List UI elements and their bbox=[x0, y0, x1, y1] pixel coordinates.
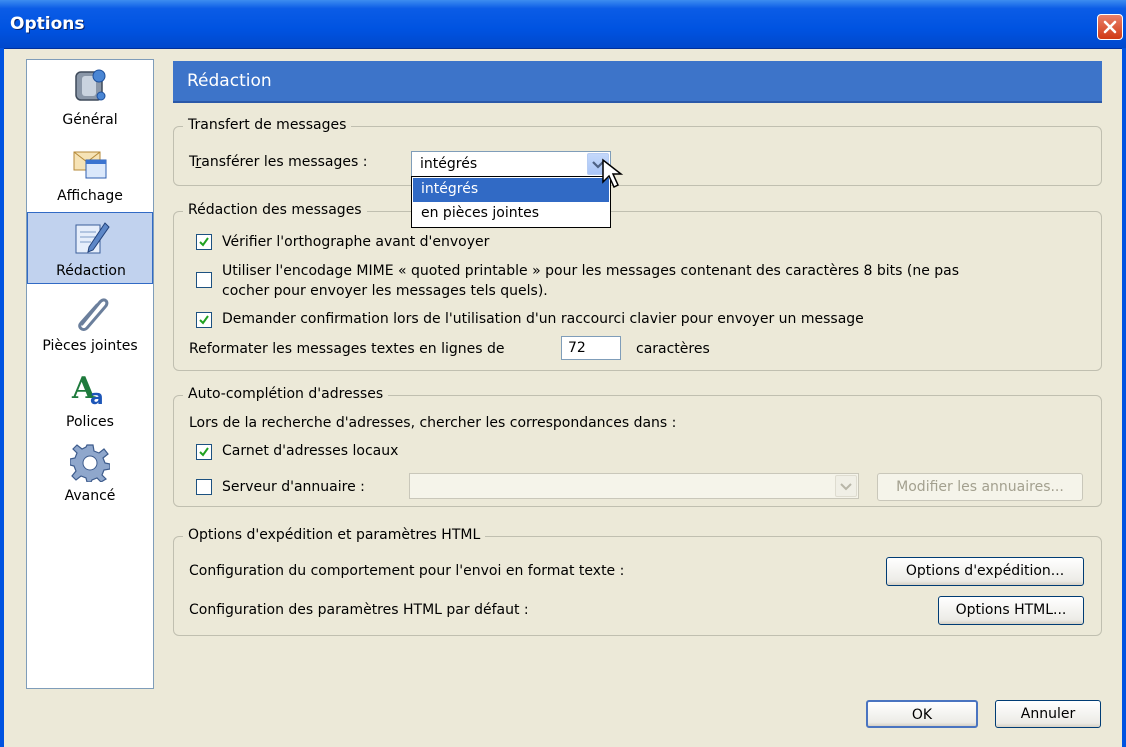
text-sending-label: Configuration du comportement pour l'env… bbox=[189, 563, 625, 579]
checkmark-icon bbox=[199, 237, 209, 247]
close-button[interactable] bbox=[1097, 14, 1123, 40]
directory-server-dropdown-button[interactable] bbox=[835, 475, 857, 497]
cancel-button[interactable]: Annuler bbox=[995, 700, 1101, 728]
sending-group-legend: Options d'expédition et paramètres HTML bbox=[183, 527, 486, 543]
sidebar-item-label: Pièces jointes bbox=[42, 338, 138, 354]
gear-icon bbox=[70, 444, 110, 482]
confirm-shortcut-checkbox[interactable] bbox=[196, 312, 212, 328]
html-options-button[interactable]: Options HTML... bbox=[938, 596, 1084, 625]
ok-button[interactable]: OK bbox=[866, 700, 978, 728]
sidebar-item-attachments[interactable]: Pièces jointes bbox=[27, 288, 153, 360]
section-header: Rédaction bbox=[173, 61, 1102, 103]
composition-icon bbox=[75, 222, 110, 254]
window-frame-right bbox=[1122, 48, 1126, 747]
close-icon bbox=[1103, 20, 1117, 34]
local-addressbook-checkbox[interactable] bbox=[196, 444, 212, 460]
paperclip-icon bbox=[78, 298, 109, 331]
svg-text:a: a bbox=[90, 385, 104, 408]
mime-checkbox[interactable] bbox=[196, 272, 212, 288]
sending-options-button[interactable]: Options d'expédition... bbox=[886, 557, 1084, 586]
forward-select-value: intégrés bbox=[420, 156, 478, 172]
wrap-width-value: 72 bbox=[568, 340, 586, 356]
html-defaults-label: Configuration des paramètres HTML par dé… bbox=[189, 602, 529, 618]
sidebar-item-composition[interactable]: Rédaction bbox=[27, 212, 153, 284]
fonts-icon: A a bbox=[71, 371, 104, 408]
mouse-cursor-icon bbox=[602, 158, 624, 189]
sidebar-item-general[interactable]: Général bbox=[27, 62, 153, 134]
autocomplete-desc: Lors de la recherche d'adresses, cherche… bbox=[189, 415, 677, 431]
general-icon bbox=[75, 69, 106, 101]
checkmark-icon bbox=[199, 447, 209, 457]
compose-group-legend: Rédaction des messages bbox=[183, 202, 367, 218]
forward-label: Transférer les messages : bbox=[189, 154, 368, 170]
sidebar-item-label: Affichage bbox=[57, 188, 123, 204]
sidebar-item-display[interactable]: Affichage bbox=[27, 138, 153, 210]
spellcheck-checkbox[interactable] bbox=[196, 234, 212, 250]
section-title: Rédaction bbox=[187, 71, 272, 91]
sidebar-item-label: Polices bbox=[66, 414, 114, 430]
directory-server-label: Serveur d'annuaire : bbox=[222, 479, 365, 495]
sidebar-item-label: Général bbox=[62, 112, 118, 128]
sidebar-item-label: Avancé bbox=[64, 488, 116, 504]
mime-label-line2: cocher pour envoyer les messages tels qu… bbox=[222, 283, 548, 299]
chevron-down-icon bbox=[840, 483, 852, 491]
forward-group-legend: Transfert de messages bbox=[183, 117, 352, 133]
forward-select-options: intégrés en pièces jointes bbox=[411, 176, 611, 228]
autocomplete-group-legend: Auto-complétion d'adresses bbox=[183, 386, 389, 402]
forward-option-inline[interactable]: intégrés bbox=[413, 178, 609, 202]
window-title: Options bbox=[10, 14, 85, 34]
category-sidebar: Général Affichage Rédaction Pièces joint… bbox=[26, 59, 154, 689]
local-addressbook-label: Carnet d'adresses locaux bbox=[222, 443, 399, 459]
checkmark-icon bbox=[199, 315, 209, 325]
sidebar-item-label: Rédaction bbox=[56, 263, 126, 279]
wrap-width-input[interactable]: 72 bbox=[561, 336, 621, 360]
directory-server-checkbox[interactable] bbox=[196, 479, 212, 495]
spellcheck-label: Vérifier l'orthographe avant d'envoyer bbox=[222, 234, 490, 250]
confirm-shortcut-label: Demander confirmation lors de l'utilisat… bbox=[222, 311, 864, 327]
forward-option-attachment[interactable]: en pièces jointes bbox=[413, 202, 609, 226]
sidebar-item-advanced[interactable]: Avancé bbox=[27, 438, 153, 510]
forward-select[interactable]: intégrés bbox=[411, 151, 611, 177]
mime-label-line1: Utiliser l'encodage MIME « quoted printa… bbox=[222, 263, 960, 279]
window-frame-left bbox=[0, 48, 4, 747]
display-icon bbox=[73, 151, 107, 179]
title-bar[interactable]: Options bbox=[0, 0, 1126, 49]
edit-directories-button[interactable]: Modifier les annuaires... bbox=[877, 473, 1083, 501]
sidebar-item-fonts[interactable]: A a Polices bbox=[27, 364, 153, 436]
directory-server-select[interactable] bbox=[409, 473, 859, 499]
wrap-unit-label: caractères bbox=[636, 341, 710, 357]
wrap-label: Reformater les messages textes en lignes… bbox=[189, 341, 505, 357]
